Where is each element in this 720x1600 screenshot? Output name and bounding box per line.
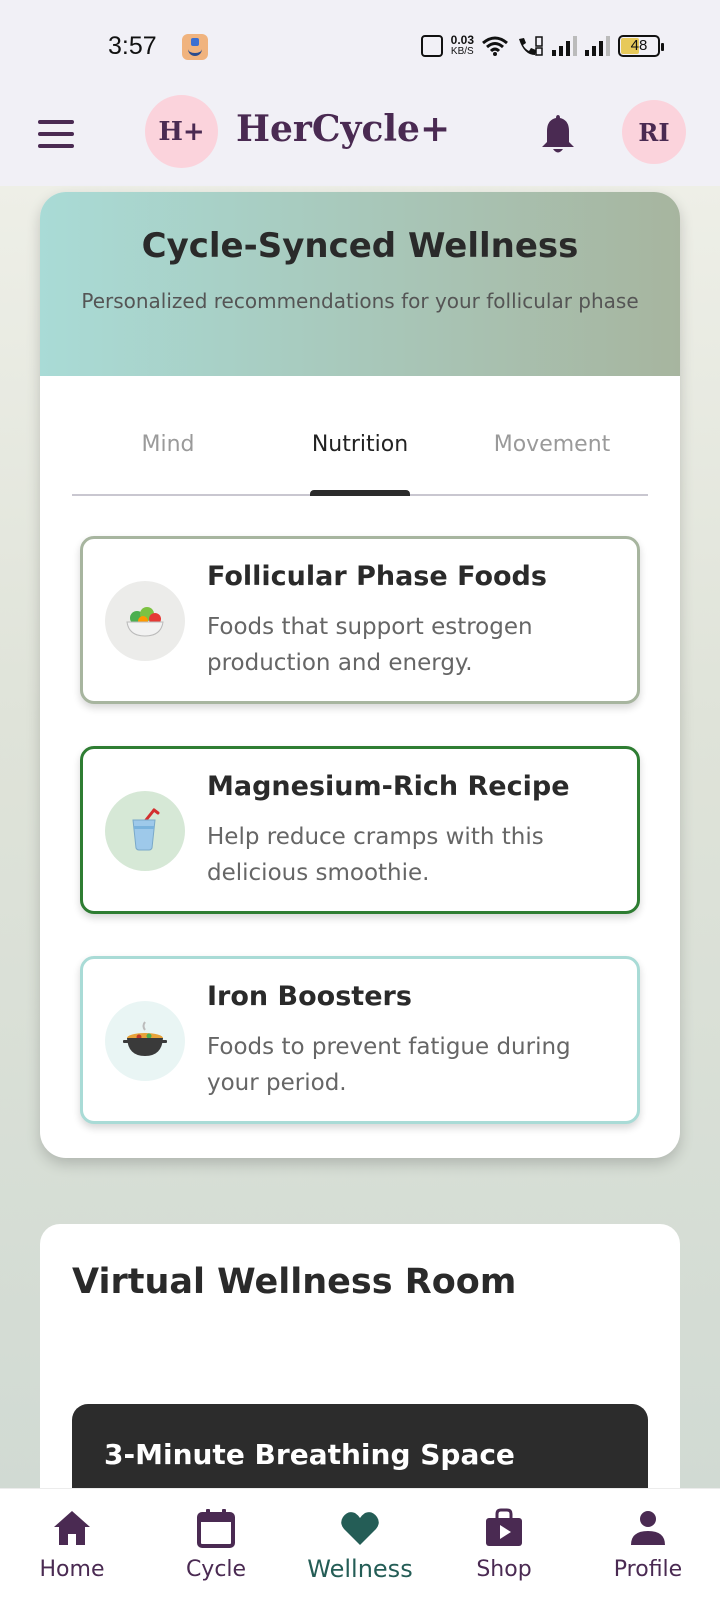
app-bar: H+ HerCycle+ RI [0,90,720,186]
stew-pot-icon [105,1001,185,1081]
status-bar: 3:57 0.03 KB/S 48 [0,0,720,90]
session-title: 3-Minute Breathing Space [104,1438,515,1471]
recommendation-description: Foods that support estrogen production a… [207,614,533,676]
app-title: HerCycle+ [236,108,451,150]
nav-home[interactable]: Home [0,1489,144,1600]
wifi-call-icon [519,36,543,56]
tab-movement[interactable]: Movement [456,412,648,494]
person-icon [631,1511,665,1545]
tab-nutrition[interactable]: Nutrition [264,412,456,496]
battery-icon: 48 [618,35,664,57]
net-speed: 0.03 KB/S [451,34,474,58]
net-speed-unit: KB/S [450,46,474,57]
signal-icon [585,36,610,56]
recommendation-title: Magnesium-Rich Recipe [207,771,570,802]
recommendation-card-iron-boosters[interactable]: Iron Boosters Foods to prevent fatigue d… [80,956,640,1124]
home-icon [54,1511,90,1545]
nav-label: Wellness [307,1555,413,1583]
net-speed-value: 0.03 [450,33,474,47]
wellness-header: Cycle-Synced Wellness Personalized recom… [40,192,680,376]
recommendation-card-magnesium-recipe[interactable]: Magnesium-Rich Recipe Help reduce cramps… [80,746,640,914]
bottom-nav: Home Cycle Wellness Shop Profile [0,1488,720,1600]
menu-icon[interactable] [38,120,74,148]
recommendation-description: Foods to prevent fatigue during your per… [207,1034,571,1096]
nav-cycle[interactable]: Cycle [144,1489,288,1600]
recommendation-description: Help reduce cramps with this delicious s… [207,824,544,886]
amazon-app-icon [182,34,208,60]
nav-label: Home [39,1557,105,1582]
heart-icon [341,1512,379,1545]
vibrate-icon [420,35,443,57]
nav-label: Profile [613,1557,683,1582]
salad-icon [105,581,185,661]
recommendation-list: Follicular Phase Foods Foods that suppor… [80,536,640,1158]
recommendation-card-follicular-foods[interactable]: Follicular Phase Foods Foods that suppor… [80,536,640,704]
nav-shop[interactable]: Shop [432,1489,576,1600]
tab-mind[interactable]: Mind [72,412,264,494]
calendar-icon [197,1509,235,1548]
nav-wellness[interactable]: Wellness [288,1489,432,1600]
app-logo: H+ [145,95,218,168]
nav-label: Shop [476,1557,532,1582]
wellness-subtitle: Personalized recommendations for your fo… [81,289,639,313]
shopping-bag-icon [486,1508,522,1546]
avatar[interactable]: RI [622,100,686,164]
nav-profile[interactable]: Profile [576,1489,720,1600]
recommendation-title: Iron Boosters [207,981,412,1012]
smoothie-cup-icon [105,791,185,871]
wellness-tabs: Mind Nutrition Movement [72,412,648,496]
status-indicators: 0.03 KB/S 48 [420,30,664,62]
signal-icon [552,36,577,56]
wifi-icon [482,36,508,56]
recommendation-title: Follicular Phase Foods [207,561,547,592]
battery-level: 48 [630,37,648,54]
nav-label: Cycle [185,1557,247,1582]
wellness-title: Cycle-Synced Wellness [141,226,579,266]
wellness-card: Cycle-Synced Wellness Personalized recom… [40,192,680,1158]
bell-icon[interactable] [538,112,578,156]
wellness-room-title: Virtual Wellness Room [72,1262,517,1302]
status-time: 3:57 [108,32,157,60]
